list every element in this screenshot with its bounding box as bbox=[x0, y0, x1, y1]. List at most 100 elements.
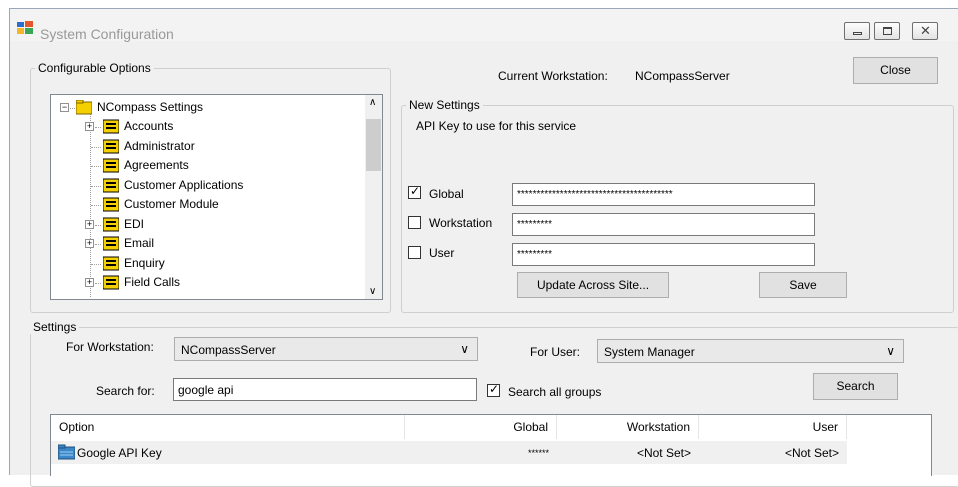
tree-item-label: Customer Applications bbox=[124, 177, 244, 192]
new-settings-label: New Settings bbox=[406, 98, 483, 112]
window-title: System Configuration bbox=[40, 26, 174, 42]
tree-item-label: Enquiry bbox=[124, 255, 165, 270]
workstation-value-field[interactable] bbox=[512, 213, 815, 236]
settings-folder-icon bbox=[103, 217, 119, 231]
expand-icon[interactable]: + bbox=[85, 239, 94, 248]
close-button[interactable]: Close bbox=[853, 57, 938, 84]
update-across-site-label: Update Across Site... bbox=[536, 278, 650, 292]
settings-folder-icon bbox=[103, 236, 119, 251]
tree-scroll-thumb[interactable] bbox=[366, 119, 381, 171]
close-window-button[interactable]: ✕ bbox=[912, 22, 938, 40]
close-button-label: Close bbox=[880, 63, 911, 77]
search-input[interactable] bbox=[174, 379, 476, 400]
settings-folder-icon bbox=[103, 178, 119, 192]
expand-icon[interactable]: + bbox=[85, 219, 94, 229]
system-configuration-window: System Configuration ✕ Configurable Opti… bbox=[9, 8, 958, 487]
results-grid[interactable]: Option Global Workstation User Google AP… bbox=[50, 414, 932, 476]
configurable-options-label: Configurable Options bbox=[35, 61, 154, 75]
workstation-checkbox[interactable] bbox=[408, 216, 421, 229]
tree-item-label: Customer Module bbox=[124, 197, 219, 211]
cell-user: <Not Set> bbox=[784, 446, 839, 460]
current-workstation-value: NCompassServer bbox=[635, 69, 730, 83]
save-button-label: Save bbox=[789, 278, 817, 292]
expand-icon[interactable]: + bbox=[85, 278, 94, 287]
current-workstation-label: Current Workstation: bbox=[498, 69, 608, 83]
settings-folder-icon bbox=[103, 197, 119, 212]
tree-item[interactable]: + Accounts bbox=[51, 117, 361, 136]
close-icon: ✕ bbox=[920, 23, 931, 38]
user-label: User bbox=[429, 246, 455, 260]
minimize-icon bbox=[853, 32, 862, 35]
tree-item[interactable]: + EDI bbox=[51, 215, 361, 234]
user-value-input[interactable] bbox=[513, 244, 814, 265]
tree-item-label: EDI bbox=[124, 216, 145, 231]
column-header-workstation[interactable]: Workstation bbox=[557, 415, 699, 439]
settings-folder-icon bbox=[103, 158, 119, 173]
tree-item-label: Email bbox=[124, 236, 155, 250]
column-header-option[interactable]: Option bbox=[51, 415, 405, 439]
tree-item-label: Accounts bbox=[124, 119, 174, 133]
folder-icon bbox=[58, 444, 75, 460]
for-user-value: System Manager bbox=[604, 345, 695, 359]
tree-item-label: Agreements bbox=[124, 158, 189, 172]
search-all-groups-label: Search all groups bbox=[508, 385, 602, 399]
maximize-button[interactable] bbox=[874, 22, 900, 40]
column-header-global[interactable]: Global bbox=[405, 415, 557, 439]
global-label: Global bbox=[429, 187, 464, 201]
chevron-down-icon: ∨ bbox=[886, 344, 895, 358]
settings-folder-icon bbox=[103, 275, 119, 290]
tree-item[interactable]: Administrator bbox=[51, 137, 361, 156]
settings-folder-icon bbox=[103, 256, 119, 270]
column-header-user[interactable]: User bbox=[699, 415, 847, 439]
search-button-label: Search bbox=[836, 379, 875, 393]
tree-item[interactable]: + Email bbox=[51, 234, 361, 253]
settings-folder-icon bbox=[103, 119, 119, 134]
new-settings-description: API Key to use for this service bbox=[416, 119, 577, 133]
global-value-field[interactable] bbox=[512, 183, 815, 206]
search-all-groups-checkbox[interactable]: ✓ bbox=[487, 382, 500, 397]
restore-icon bbox=[883, 27, 892, 35]
title-bar: System Configuration ✕ bbox=[10, 9, 958, 42]
tree-root[interactable]: − NCompass Settings bbox=[51, 98, 361, 117]
tree-item[interactable]: Customer Module bbox=[51, 195, 361, 214]
check-icon: ✓ bbox=[410, 184, 421, 198]
for-workstation-label: For Workstation: bbox=[66, 340, 154, 354]
workstation-value-input[interactable] bbox=[513, 214, 814, 235]
app-icon bbox=[17, 21, 33, 34]
scroll-up-icon[interactable]: ∧ bbox=[369, 97, 376, 108]
chevron-down-icon: ∨ bbox=[460, 342, 469, 356]
for-user-label: For User: bbox=[530, 345, 581, 359]
folder-icon bbox=[76, 100, 92, 115]
tree-item-label: Field Calls bbox=[124, 275, 181, 289]
minimize-button[interactable] bbox=[844, 22, 870, 40]
search-field[interactable] bbox=[173, 378, 477, 401]
check-icon: ✓ bbox=[489, 382, 500, 396]
tree-item[interactable]: Enquiry bbox=[51, 254, 361, 273]
search-button[interactable]: Search bbox=[813, 373, 898, 400]
workstation-label: Workstation bbox=[429, 216, 493, 230]
tree-item[interactable]: + Field Calls bbox=[51, 273, 361, 292]
global-checkbox[interactable]: ✓ bbox=[408, 184, 421, 199]
for-workstation-value: NCompassServer bbox=[181, 343, 276, 357]
save-button[interactable]: Save bbox=[759, 272, 847, 298]
search-for-label: Search for: bbox=[96, 384, 155, 398]
tree-item-label: Administrator bbox=[124, 138, 195, 153]
tree-scrollbar[interactable]: ∧ ∨ bbox=[365, 95, 382, 299]
user-value-field[interactable] bbox=[512, 243, 815, 266]
scroll-down-icon[interactable]: ∨ bbox=[369, 286, 376, 297]
settings-tree[interactable]: − NCompass Settings + Accounts Administrat… bbox=[50, 94, 383, 300]
global-value-input[interactable] bbox=[513, 184, 814, 205]
update-across-site-button[interactable]: Update Across Site... bbox=[517, 272, 669, 298]
tree-root-label: NCompass Settings bbox=[97, 100, 204, 114]
expand-icon[interactable]: + bbox=[85, 122, 94, 131]
table-row[interactable]: Google API Key ****** <Not Set> <Not Set… bbox=[51, 441, 847, 464]
for-user-select[interactable]: System Manager ∨ bbox=[597, 339, 904, 363]
user-checkbox[interactable] bbox=[408, 246, 421, 259]
for-workstation-select[interactable]: NCompassServer ∨ bbox=[174, 337, 478, 361]
collapse-icon[interactable]: − bbox=[60, 103, 69, 112]
cell-option: Google API Key bbox=[77, 446, 162, 460]
cell-global: ****** bbox=[527, 448, 549, 458]
tree-item[interactable]: Agreements bbox=[51, 156, 361, 175]
tree-item[interactable]: Customer Applications bbox=[51, 176, 361, 195]
settings-label: Settings bbox=[30, 320, 80, 334]
